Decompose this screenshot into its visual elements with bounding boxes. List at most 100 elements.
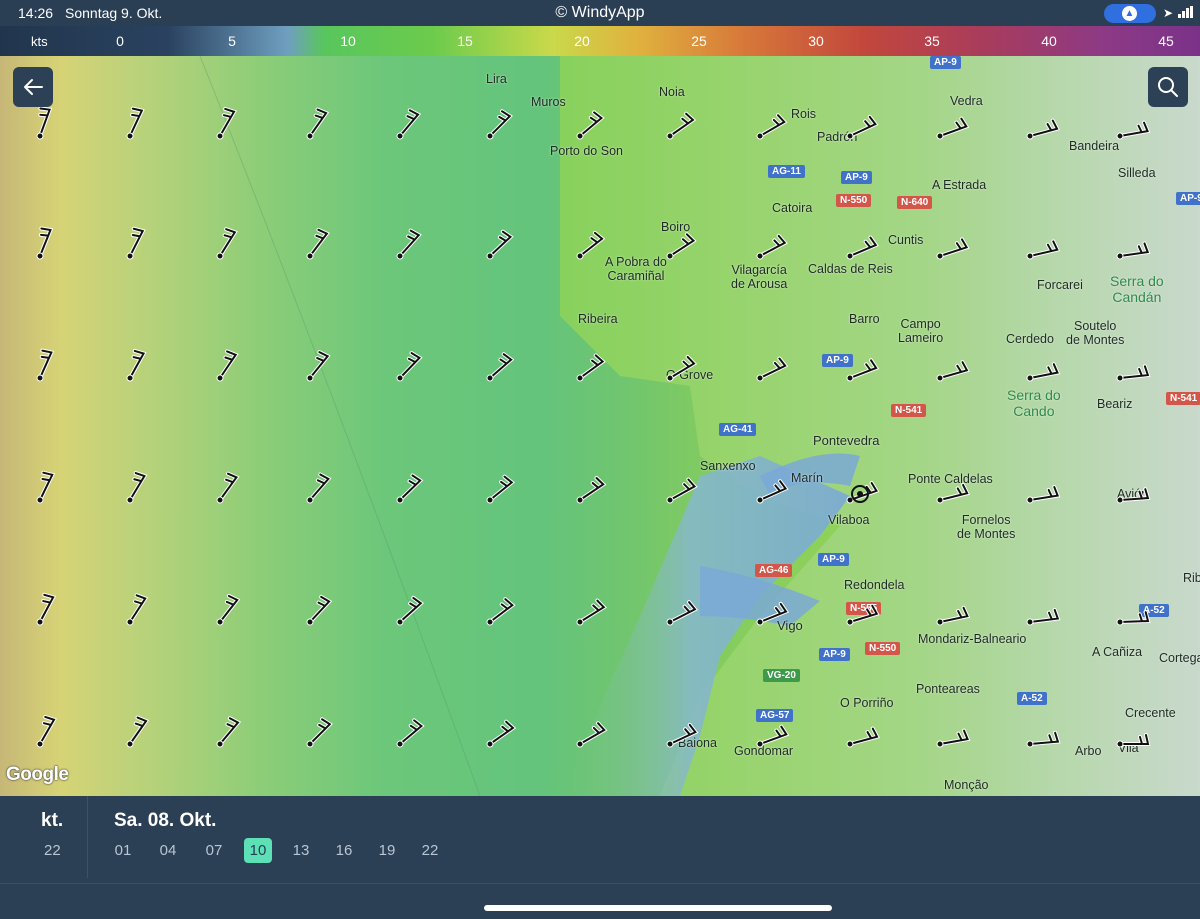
wind-barb: [756, 479, 789, 504]
app-title: © WindyApp: [555, 4, 645, 21]
wind-barb: [1116, 733, 1151, 748]
wind-barb: [216, 471, 240, 504]
wind-barb: [306, 107, 330, 140]
wind-barb: [936, 605, 971, 626]
wind-barb: [36, 106, 53, 140]
wind-barb: [756, 356, 789, 382]
wind-barb: [846, 114, 879, 140]
hour-option[interactable]: 13: [286, 842, 316, 859]
search-button[interactable]: [1148, 67, 1188, 107]
hour-option[interactable]: 16: [329, 842, 359, 859]
wind-barb: [666, 354, 698, 382]
wind-barb: [396, 351, 423, 382]
wind-barb: [666, 477, 698, 504]
wind-barb: [936, 482, 971, 504]
home-indicator[interactable]: [484, 905, 832, 911]
scale-tick: 10: [340, 33, 356, 49]
wind-barb: [936, 728, 971, 748]
google-attribution: Google: [6, 764, 69, 785]
time-selector[interactable]: kt. 22 Sa. 08. Okt. 01 04 07 10 13 16 19…: [0, 796, 1200, 919]
wind-barb: [126, 348, 147, 382]
day-divider: [87, 796, 88, 878]
wind-barb: [666, 722, 699, 748]
wind-barb: [486, 352, 515, 382]
wind-barb: [486, 719, 517, 748]
cellular-signal-icon: [1178, 6, 1194, 18]
wind-barb: [396, 595, 424, 626]
wind-barb: [576, 353, 606, 382]
wind-barb: [846, 358, 880, 382]
scale-tick: 20: [574, 33, 590, 49]
timeline-rule: [0, 883, 1200, 884]
wind-barb: [666, 232, 697, 260]
wind-barb: [756, 233, 788, 260]
scale-tick: 35: [924, 33, 940, 49]
wind-barb: [846, 603, 880, 626]
wind-barb: [216, 593, 241, 626]
wind-map[interactable]: Lira Muros Noia Rois Padrón Vedra Porto …: [0, 56, 1200, 796]
scale-tick: 45: [1158, 33, 1174, 49]
hour-option[interactable]: 01: [108, 842, 138, 859]
wind-barb: [306, 227, 330, 260]
wind-barb: [36, 226, 54, 260]
wind-barb: [486, 597, 516, 626]
wind-barb: [1116, 487, 1151, 504]
scale-unit: kts: [31, 34, 48, 49]
wind-barb: [936, 116, 970, 140]
wind-barb: [936, 360, 970, 382]
hour-option[interactable]: 04: [153, 842, 183, 859]
wind-barb: [396, 718, 425, 748]
wind-barb: [216, 349, 239, 382]
wind-barb: [36, 470, 56, 504]
wind-barb: [396, 473, 424, 504]
search-icon: [1158, 77, 1178, 97]
wind-barb: [1116, 610, 1151, 626]
back-arrow-icon: [24, 79, 43, 95]
wind-barb: [126, 106, 145, 140]
hour-option[interactable]: 22: [415, 842, 445, 859]
wind-barb: [666, 600, 699, 626]
location-arrow-icon: ➤: [1163, 6, 1174, 20]
status-bar: 14:26 Sonntag 9. Okt. © WindyApp ▲ ➤: [0, 0, 1200, 26]
wind-barb: [396, 228, 422, 260]
wind-barb: [1026, 730, 1061, 748]
wind-barb: [576, 598, 607, 626]
hour-option[interactable]: 19: [372, 842, 402, 859]
scale-tick: 0: [116, 33, 124, 49]
wind-barb: [216, 227, 238, 260]
wind-barb: [756, 113, 788, 140]
wind-barb: [36, 592, 57, 626]
selected-location-marker[interactable]: [851, 485, 869, 503]
wind-barb: [216, 106, 237, 140]
wind-barb: [396, 108, 422, 140]
wind-barb: [126, 226, 146, 260]
wind-speed-scale: kts 0 5 10 15 20 25 30 35 40 45: [0, 26, 1200, 56]
wind-barb: [306, 594, 333, 626]
wind-barb: [846, 726, 880, 748]
hour-option[interactable]: 22: [44, 842, 61, 859]
wind-barb: [756, 601, 790, 626]
scale-tick: 5: [228, 33, 236, 49]
wind-barb: [1026, 485, 1061, 504]
wind-barb: [1026, 607, 1061, 626]
wind-barb: [756, 724, 790, 748]
hour-option[interactable]: 07: [199, 842, 229, 859]
navigation-pill[interactable]: ▲: [1104, 4, 1156, 23]
hour-option-selected[interactable]: 10: [244, 838, 272, 863]
wind-barb: [576, 230, 606, 260]
wind-barb: [1026, 362, 1061, 382]
wind-barb: [666, 111, 697, 140]
back-button[interactable]: [13, 67, 53, 107]
wind-barb: [36, 714, 57, 748]
scale-tick: 25: [691, 33, 707, 49]
wind-barb: [576, 475, 607, 504]
wind-barb: [126, 715, 150, 748]
scale-tick: 15: [457, 33, 473, 49]
wind-barb: [846, 235, 879, 260]
wind-barb: [1026, 118, 1060, 140]
wind-barb: [36, 348, 55, 382]
wind-barb: [126, 471, 148, 504]
scale-tick: 40: [1041, 33, 1057, 49]
wind-barb: [486, 229, 514, 260]
wind-barb: [1116, 364, 1151, 382]
